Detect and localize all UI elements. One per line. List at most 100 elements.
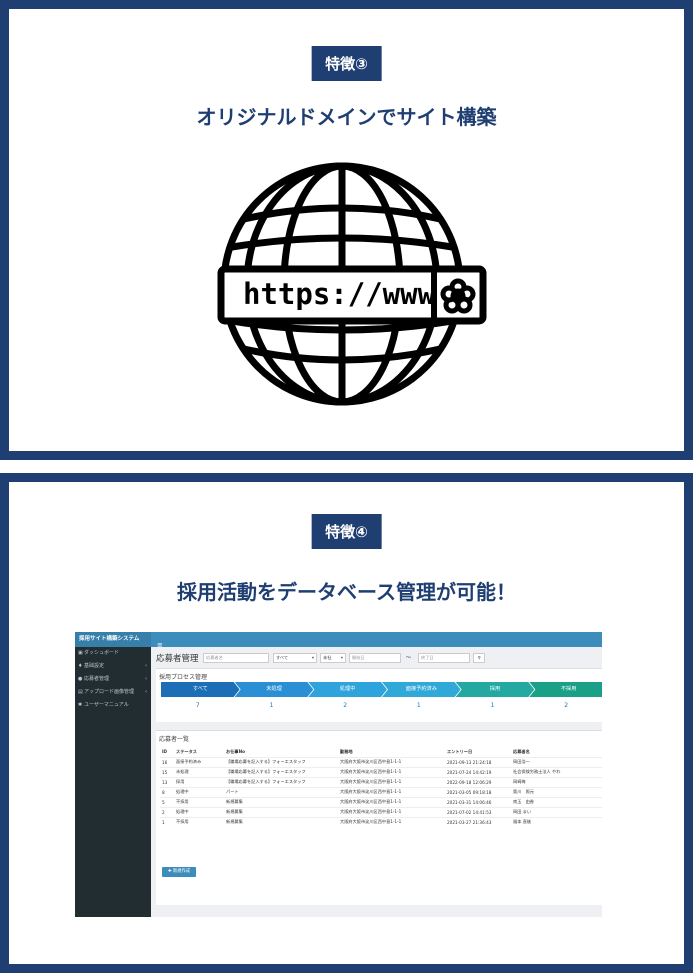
process-step[interactable]: 未処理	[235, 682, 314, 697]
table-row[interactable]: 13 採用 【職場応募を記入する】フォーエスタッフ 大阪府大阪市淀川区西中島1-1-1…	[160, 776, 602, 787]
table-cell: 8	[160, 786, 174, 797]
sort-select-value: 未社	[323, 655, 332, 660]
process-step-count[interactable]: 1	[382, 702, 456, 709]
process-step-count[interactable]: 7	[161, 702, 235, 709]
process-counts: 712112	[161, 702, 602, 712]
table-cell: 2022-09-18 12:06:29	[445, 776, 511, 787]
date-to-input[interactable]: 終了日	[418, 653, 470, 663]
search-icon: ⚲	[477, 655, 481, 660]
nav-label: 基础設定	[84, 663, 105, 669]
table-cell: 大阪府大阪市淀川区西中島1-1-1	[338, 816, 445, 827]
status-select[interactable]: すべて ▾	[273, 653, 317, 663]
table-row[interactable]: 2 処理中 新規募集 大阪府大阪市淀川区西中島1-1-1 2021-07-02 14:4…	[160, 806, 602, 817]
table-cell: 社会保険労務士法人 やわ	[511, 766, 602, 777]
applicant-name-input[interactable]: 応募者名	[203, 653, 269, 663]
column-header: 勤務地	[340, 748, 353, 754]
process-step[interactable]: すべて	[161, 682, 240, 697]
admin-brand: 採用サイト構築システム	[75, 632, 151, 647]
table-cell: 処理中	[174, 806, 224, 817]
applicants-box: 応募者一覧 ID ステータス お仕事No 勤務地 エントリー日 応募者名 16 面接予約済み…	[156, 730, 602, 905]
search-button[interactable]: ⚲	[473, 653, 485, 663]
status-select-value: すべて	[276, 655, 289, 660]
table-cell: 大阪府大阪市淀川区西中島1-1-1	[338, 786, 445, 797]
table-cell: 処理中	[174, 786, 224, 797]
chevron-left-icon: ‹	[145, 676, 147, 682]
process-title: 採用プロセス管理	[159, 674, 208, 681]
nav-label: ユーザーマニュアル	[84, 702, 129, 708]
process-step[interactable]: 面接予約済み	[382, 682, 461, 697]
table-cell: 不採用	[174, 816, 224, 827]
table-cell: 採用	[174, 776, 224, 787]
table-cell: 面接予約済み	[174, 756, 224, 767]
date-from-input[interactable]: 開始日	[349, 653, 401, 663]
table-cell: 2021-07-24 14:42:19	[445, 766, 511, 777]
table-cell: 福本 直後	[511, 816, 602, 827]
table-cell: 【職場応募を記入する】フォーエスタッフ	[224, 756, 338, 767]
process-step-count[interactable]: 2	[308, 702, 382, 709]
table-cell: 大阪府大阪市淀川区西中島1-1-1	[338, 806, 445, 817]
sort-select[interactable]: 未社 ▾	[320, 653, 346, 663]
process-step-count[interactable]: 1	[235, 702, 309, 709]
table-cell: 【職場応募を記入する】フォーエスタッフ	[224, 766, 338, 777]
nav-item-manual[interactable]: ✱ ユーザーマニュアル	[75, 699, 151, 712]
column-header: お仕事No	[226, 748, 245, 754]
admin-screenshot: 採用サイト構築システム ▣ダッシュボード ♦ 基础設定 ‹ ● 応募者管理 ‹ ▤アップ…	[75, 632, 602, 917]
column-header: ID	[162, 749, 168, 755]
nav-label: アップロード画像管理	[84, 689, 135, 695]
chevron-left-icon: ‹	[145, 689, 147, 695]
table-cell: 奥川 照元	[511, 786, 602, 797]
feature4-badge: 特徴④	[311, 514, 382, 549]
table-row[interactable]: 15 未処理 【職場応募を記入する】フォーエスタッフ 大阪府大阪市淀川区西中島1-1-…	[160, 766, 602, 777]
table-cell: 南玉 由香	[511, 796, 602, 807]
table-cell: 大阪府大阪市淀川区西中島1-1-1	[338, 766, 445, 777]
table-cell: 2021-03-27 21:36:43	[445, 816, 511, 827]
admin-main: 応募者管理 応募者名 すべて ▾ 未社 ▾ 開始日 〜 終了日 ⚲ 採用プロセス管理…	[151, 647, 602, 917]
nav-item-applicants[interactable]: ● 応募者管理 ‹	[75, 673, 151, 686]
nav-item-dashboard[interactable]: ▣ダッシュボード	[75, 647, 151, 660]
table-row[interactable]: 16 面接予約済み 【職場応募を記入する】フォーエスタッフ 大阪府大阪市淀川区西中島1…	[160, 756, 602, 767]
nav-item-basic-settings[interactable]: ♦ 基础設定 ‹	[75, 660, 151, 673]
feature4-title: 採用活動をデータベース管理が可能！	[177, 580, 516, 604]
process-step[interactable]: 採用	[456, 682, 535, 697]
column-header: 応募者名	[513, 748, 530, 754]
feature3-title: オリジナルドメインでサイト構築	[196, 105, 497, 129]
table-cell: 15	[160, 766, 174, 777]
search-row: 応募者管理 応募者名 すべて ▾ 未社 ▾ 開始日 〜 終了日 ⚲	[156, 652, 596, 664]
table-cell: 未処理	[174, 766, 224, 777]
process-box: 採用プロセス管理 すべて 未処理 処理中 面接予約済み 採用 不採用 712112	[156, 668, 602, 722]
table-row[interactable]: 1 不採用 新規募集 大阪府大阪市淀川区西中島1-1-1 2021-03-27 21:3…	[160, 816, 602, 827]
table-row[interactable]: 8 処理中 パート 大阪府大阪市淀川区西中島1-1-1 2021-03-05 09:18…	[160, 786, 602, 797]
table-cell: 13	[160, 776, 174, 787]
date-separator: 〜	[406, 655, 412, 661]
chevron-down-icon: ▾	[311, 655, 314, 660]
table-row[interactable]: 5 不採用 新規募集 大阪府大阪市淀川区西中島1-1-1 2021-03-31 14:0…	[160, 796, 602, 807]
page-title: 応募者管理	[156, 654, 199, 664]
applicants-table: ID ステータス お仕事No 勤務地 エントリー日 応募者名 16 面接予約済み 【職場応募を…	[160, 747, 602, 827]
table-cell: 岡田 まい	[511, 806, 602, 817]
table-cell: 2021-03-31 14:06:46	[445, 796, 511, 807]
table-cell: 岡崎梅	[511, 776, 602, 787]
table-cell: 新規募集	[224, 796, 338, 807]
table-cell: 【職場応募を記入する】フォーエスタッフ	[224, 776, 338, 787]
table-cell: 5	[160, 796, 174, 807]
table-cell: 大阪府大阪市淀川区西中島1-1-1	[338, 756, 445, 767]
column-header: エントリー日	[447, 748, 473, 754]
process-step-count[interactable]: 1	[456, 702, 530, 709]
process-step-count[interactable]: 2	[529, 702, 602, 709]
feature3-panel: 特徴③ オリジナルドメインでサイト構築 https://www	[0, 0, 693, 460]
table-cell: 1	[160, 816, 174, 827]
table-cell: 不採用	[174, 796, 224, 807]
table-cell: パート	[224, 786, 338, 797]
table-cell: 岡田浩一	[511, 756, 602, 767]
process-step[interactable]: 不採用	[529, 682, 602, 697]
process-steps: すべて 未処理 処理中 面接予約済み 採用 不採用	[161, 682, 602, 697]
feature4-panel: 特徴④ 採用活動をデータベース管理が可能！ 採用サイト構築システム ▣ダッシュボ…	[0, 473, 693, 973]
new-applicant-button[interactable]: ✚ 新規作成	[162, 867, 196, 877]
column-header: ステータス	[176, 748, 197, 754]
feature3-badge: 特徴③	[311, 46, 382, 81]
chevron-down-icon: ▾	[340, 655, 343, 660]
nav-label: ダッシュボード	[84, 650, 120, 656]
nav-item-uploads[interactable]: ▤アップロード画像管理 ‹	[75, 686, 151, 699]
process-step[interactable]: 処理中	[308, 682, 387, 697]
table-cell: 新規募集	[224, 816, 338, 827]
